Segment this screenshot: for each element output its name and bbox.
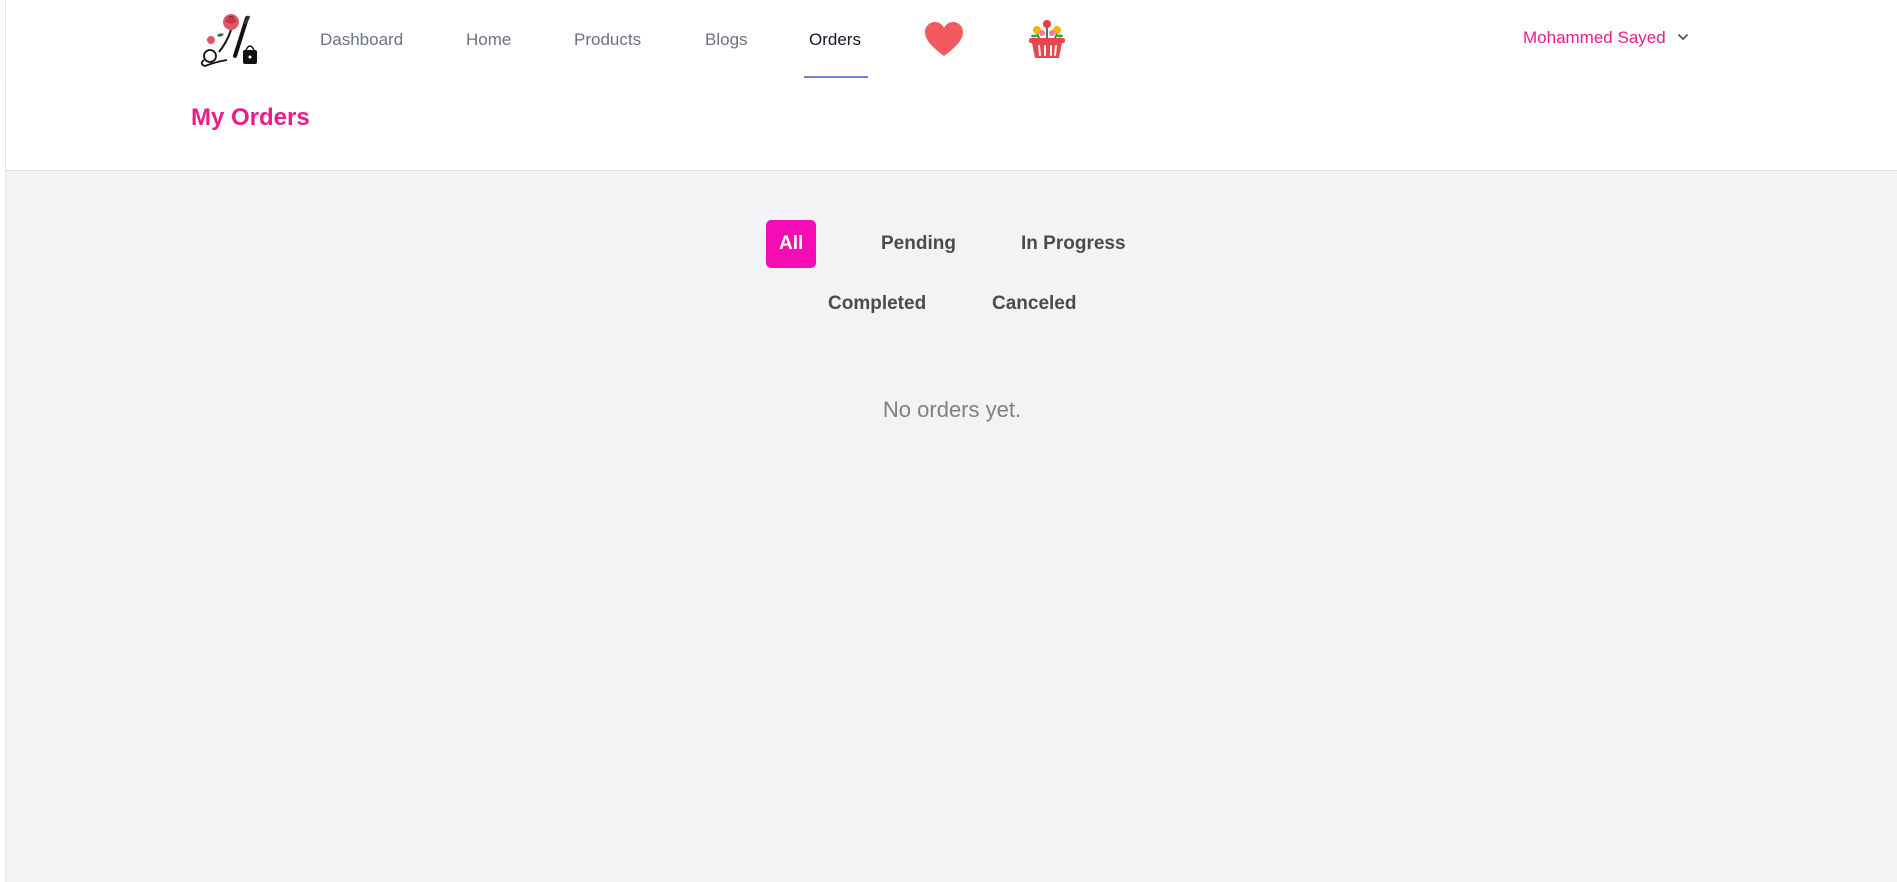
- orders-main: All Pending In Progress Completed Cancel…: [6, 171, 1897, 882]
- filter-all-button[interactable]: All: [766, 220, 817, 268]
- user-name: Mohammed Sayed: [1523, 28, 1666, 47]
- app-frame: Dashboard Home Products Blogs Orders Moh…: [5, 0, 1897, 882]
- rose-cosmetics-logo-icon: [200, 14, 257, 67]
- logo[interactable]: [197, 12, 265, 68]
- cart-button[interactable]: [1025, 18, 1069, 62]
- nav-link-products[interactable]: Products: [574, 0, 641, 78]
- page-title: My Orders: [191, 104, 310, 131]
- empty-orders-message: No orders yet.: [882, 397, 1022, 422]
- nav-link-orders[interactable]: Orders: [809, 0, 861, 78]
- page-header: My Orders: [6, 78, 1897, 171]
- nav-item-orders[interactable]: Orders: [804, 0, 868, 78]
- filter-pending-button[interactable]: Pending: [868, 220, 969, 268]
- chevron-down-icon: [1678, 33, 1689, 40]
- top-navbar: Dashboard Home Products Blogs Orders Moh…: [6, 0, 1897, 79]
- filter-canceled-button[interactable]: Canceled: [979, 280, 1089, 328]
- user-menu[interactable]: Mohammed Sayed: [1523, 0, 1690, 76]
- flower-basket-icon: [1029, 20, 1065, 58]
- nav-link-home[interactable]: Home: [466, 0, 511, 78]
- wishlist-button[interactable]: [922, 18, 966, 62]
- heart-icon: [925, 22, 963, 56]
- nav-link-dashboard[interactable]: Dashboard: [320, 0, 403, 78]
- filter-completed-button[interactable]: Completed: [815, 280, 939, 328]
- nav-link-blogs[interactable]: Blogs: [705, 0, 748, 78]
- filter-in-progress-button[interactable]: In Progress: [1008, 220, 1139, 268]
